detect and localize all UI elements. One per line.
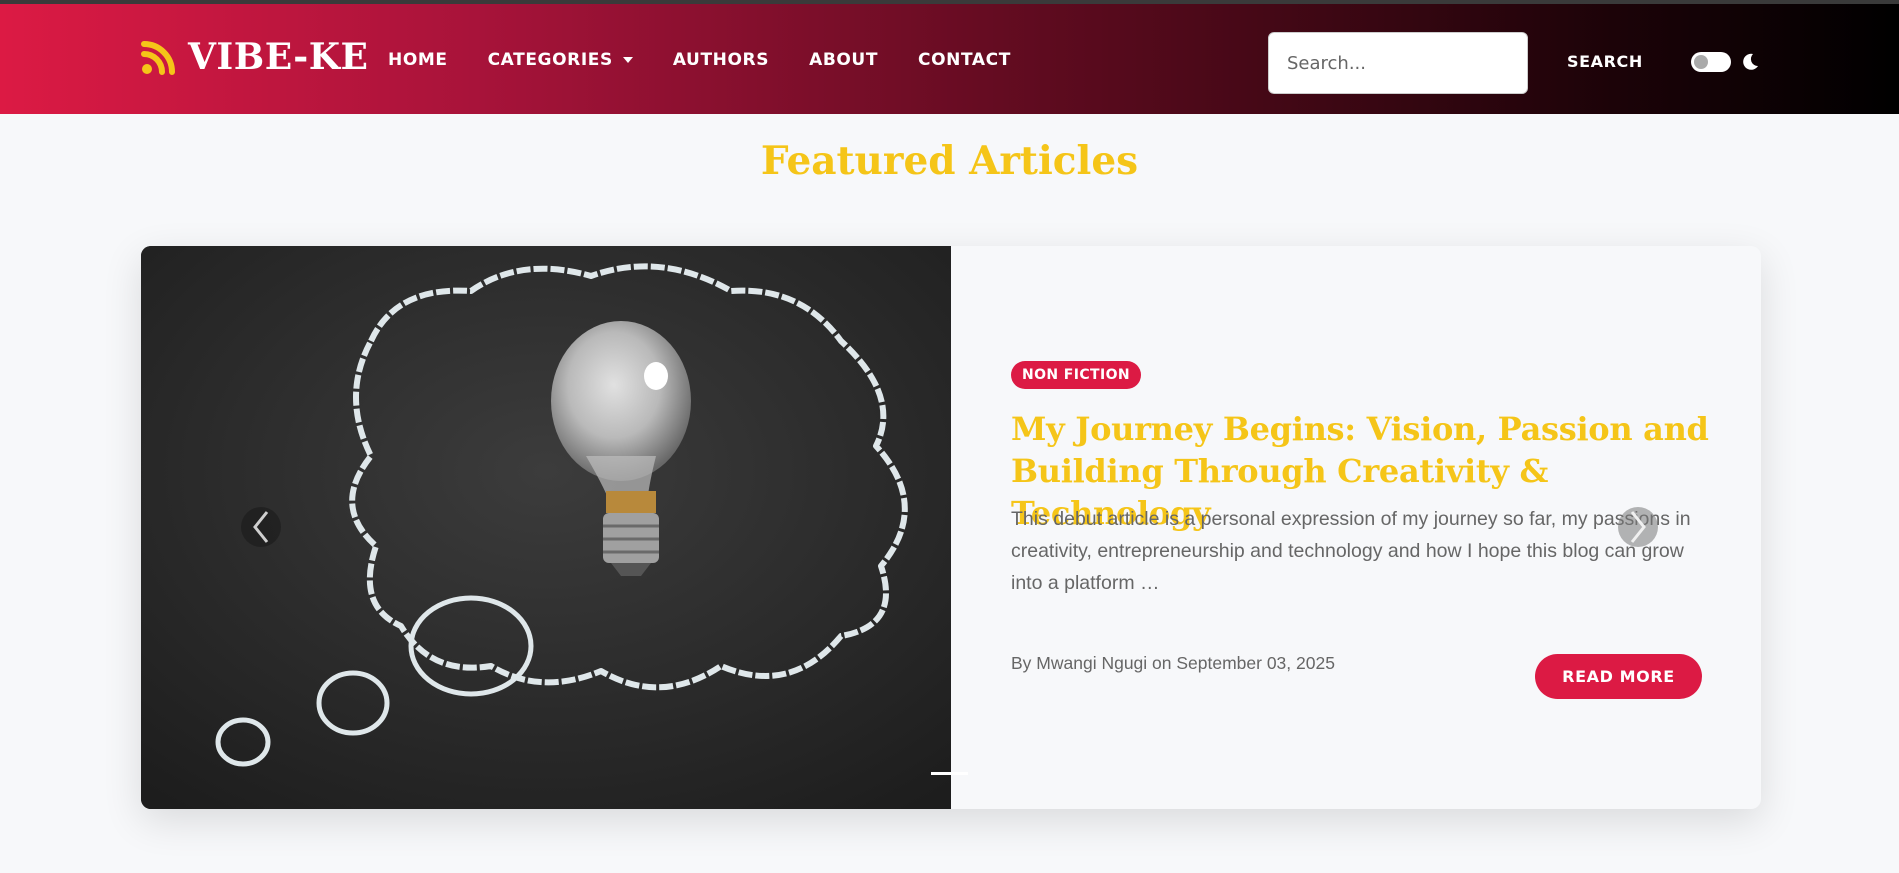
toggle-knob bbox=[1694, 55, 1708, 69]
nav-about[interactable]: ABOUT bbox=[809, 50, 878, 70]
navbar: VIBE-KE HOME CATEGORIES AUTHORS ABOUT CO… bbox=[0, 4, 1899, 114]
nav-contact[interactable]: CONTACT bbox=[918, 50, 1011, 70]
read-more-button[interactable]: READ MORE bbox=[1535, 654, 1702, 699]
nav-authors[interactable]: AUTHORS bbox=[673, 50, 769, 70]
dark-mode-toggle[interactable] bbox=[1691, 52, 1731, 72]
category-badge[interactable]: NON FICTION bbox=[1011, 361, 1142, 389]
brand-name: VIBE-KE bbox=[188, 36, 369, 78]
nav-home[interactable]: HOME bbox=[388, 50, 448, 70]
article-excerpt: This debut article is a personal express… bbox=[1011, 508, 1691, 594]
nav-categories[interactable]: CATEGORIES bbox=[488, 50, 633, 70]
moon-icon bbox=[1743, 53, 1758, 70]
main-nav: HOME CATEGORIES AUTHORS ABOUT CONTACT bbox=[388, 50, 1011, 70]
search-input[interactable] bbox=[1268, 32, 1528, 94]
featured-carousel: NON FICTION My Journey Begins: Vision, P… bbox=[141, 246, 1761, 809]
article-byline: By Mwangi Ngugi on September 03, 2025 bbox=[1011, 653, 1335, 673]
search-button[interactable]: SEARCH bbox=[1567, 52, 1643, 71]
carousel-prev-button[interactable] bbox=[241, 507, 281, 547]
carousel-next-button[interactable] bbox=[1618, 507, 1658, 547]
rss-feed-icon bbox=[141, 41, 175, 75]
chevron-left-icon bbox=[253, 511, 269, 543]
caret-down-icon bbox=[622, 57, 633, 63]
section-title: Featured Articles bbox=[760, 138, 1139, 184]
chevron-right-icon bbox=[1630, 511, 1646, 543]
nav-categories-label: CATEGORIES bbox=[487, 50, 613, 70]
carousel-indicator[interactable] bbox=[931, 772, 968, 775]
brand-logo[interactable]: VIBE-KE bbox=[138, 36, 368, 78]
